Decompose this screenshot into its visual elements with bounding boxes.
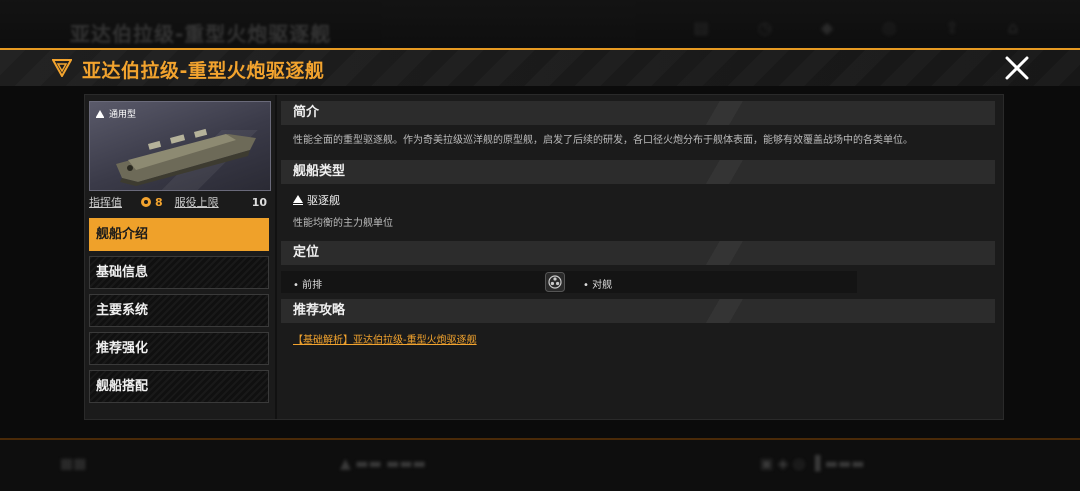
command-icon [141, 197, 151, 207]
guide-link[interactable]: 【基础解析】亚达伯拉级-重型火炮驱逐舰 [293, 331, 477, 346]
position-anti-ship: • 对舰 [583, 280, 613, 291]
modal-header: 亚达伯拉级-重型火炮驱逐舰 [0, 48, 1080, 86]
section-guide-title: 推荐攻略 [281, 299, 995, 323]
section-intro-title: 简介 [281, 101, 995, 125]
ship-class-name: 驱逐舰 [307, 194, 340, 207]
section-intro-text: 性能全面的重型驱逐舰。作为奇美拉级巡洋舰的原型舰，启发了后续的研发，各口径火炮分… [293, 135, 913, 146]
background-bottom-icon: ▲ ▬▬ ▬▬▬ [340, 456, 426, 472]
nav-item-ship-intro[interactable]: 舰船介绍 [89, 218, 269, 251]
ship-stats: 指挥值 8 服役上限 10 [89, 191, 269, 213]
position-front: • 前排 [293, 280, 323, 291]
ship-card: 通用型 [89, 101, 271, 191]
ship-detail-panel: 通用型 指挥值 8 服役上限 10 舰船介绍 基础信息 主要系统 推荐强化 舰船… [84, 94, 1004, 420]
close-icon[interactable] [1002, 53, 1032, 83]
nav-item-ship-pairing[interactable]: 舰船搭配 [89, 370, 269, 403]
ship-class-row: 驱逐舰 [293, 192, 983, 208]
ship-class-desc: 性能均衡的主力舰单位 [293, 218, 393, 229]
background-bottom-bar: ▦▦ ▲ ▬▬ ▬▬▬ ▣ ◈ ◎ ▐ ▬▬▬ [0, 438, 1080, 491]
background-bottom-icon: ▦▦ [60, 456, 87, 472]
command-value: 8 [155, 195, 163, 209]
ship-image [116, 128, 256, 186]
background-bottom-icon: ▣ ◈ ◎ ▐ ▬▬▬ [760, 456, 865, 472]
section-type-body: 驱逐舰 性能均衡的主力舰单位 [281, 184, 995, 241]
service-limit-value: 10 [251, 195, 267, 209]
nav-item-basic-info[interactable]: 基础信息 [89, 256, 269, 289]
command-label[interactable]: 指挥值 [89, 194, 122, 210]
left-column: 通用型 指挥值 8 服役上限 10 舰船介绍 基础信息 主要系统 推荐强化 舰船… [89, 101, 271, 403]
section-type-title: 舰船类型 [281, 160, 995, 184]
triangle-emblem-icon [52, 59, 72, 77]
section-position-title: 定位 [281, 241, 995, 265]
ship-class-icon [293, 195, 303, 205]
background-title: 亚达伯拉级-重型火炮驱逐舰 [70, 22, 332, 46]
background-top-bar: 亚达伯拉级-重型火炮驱逐舰 ▤ ◷ ◆ ◎ ⇪ ⌂ [0, 0, 1080, 48]
position-row: • 前排 • 对舰 [281, 271, 857, 293]
anti-ship-icon [545, 272, 565, 292]
column-divider [275, 95, 277, 419]
nav-item-recommended-upgrades[interactable]: 推荐强化 [89, 332, 269, 365]
ship-title: 亚达伯拉级-重型火炮驱逐舰 [82, 60, 325, 82]
ship-class-icon [96, 109, 104, 118]
right-column: 简介 性能全面的重型驱逐舰。作为奇美拉级巡洋舰的原型舰，启发了后续的研发，各口径… [281, 101, 995, 347]
background-icons: ▤ ◷ ◆ ◎ ⇪ ⌂ [693, 18, 1040, 37]
nav-item-main-systems[interactable]: 主要系统 [89, 294, 269, 327]
service-limit-label[interactable]: 服役上限 [175, 194, 219, 210]
